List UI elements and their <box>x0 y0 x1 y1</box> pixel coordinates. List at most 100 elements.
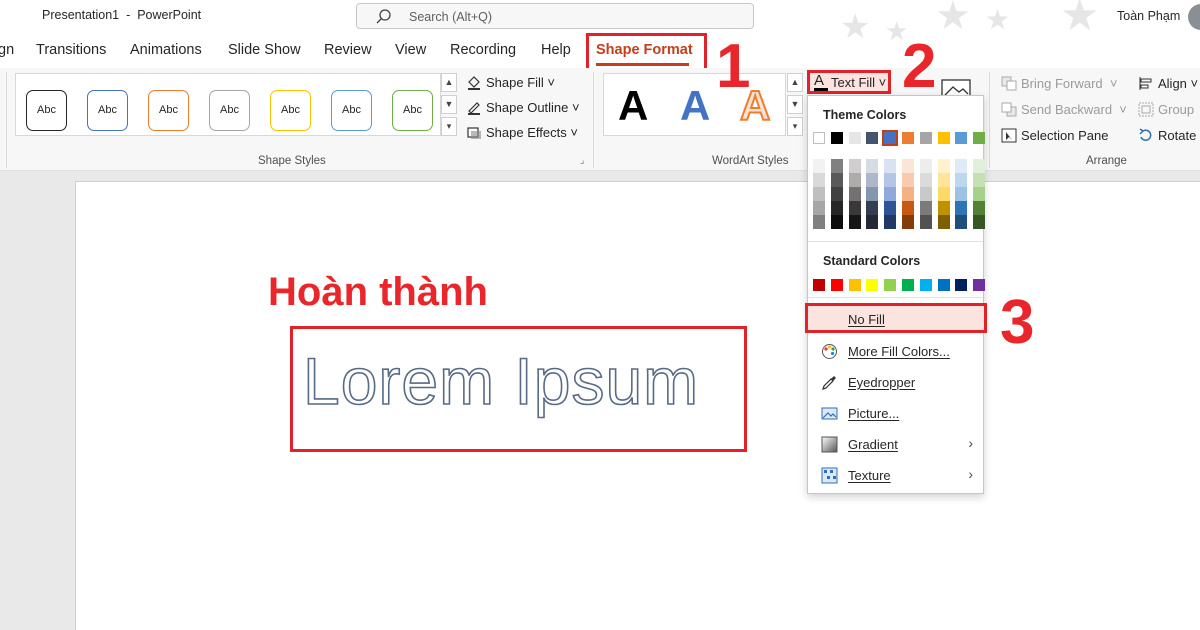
shape-style-thumb[interactable]: Abc <box>209 90 250 131</box>
shape-style-thumb[interactable]: Abc <box>270 90 311 131</box>
theme-shade-swatch[interactable] <box>830 187 843 201</box>
theme-color-swatch[interactable] <box>955 132 968 144</box>
theme-shade-swatch[interactable] <box>955 201 968 215</box>
theme-shade-swatch[interactable] <box>848 201 861 215</box>
theme-shade-swatch[interactable] <box>848 187 861 201</box>
tab-recording[interactable]: Recording <box>450 42 516 58</box>
theme-shade-swatch[interactable] <box>902 187 914 201</box>
theme-shade-swatch[interactable] <box>973 159 986 173</box>
theme-shade-swatch[interactable] <box>973 187 986 201</box>
theme-shade-swatch[interactable] <box>955 215 968 229</box>
theme-shade-swatch[interactable] <box>884 201 897 215</box>
theme-shade-swatch[interactable] <box>973 215 986 229</box>
tab-review[interactable]: Review <box>324 42 372 58</box>
shape-styles-gallery[interactable]: Abc Abc Abc Abc Abc Abc Abc <box>15 73 441 136</box>
tab-design[interactable]: gn <box>0 42 14 58</box>
wordart-scroll-down-button[interactable]: ▼ <box>787 95 803 114</box>
slide-text[interactable]: Lorem Ipsum <box>302 343 699 419</box>
theme-color-swatch[interactable] <box>919 132 932 144</box>
theme-color-swatch[interactable] <box>848 132 861 144</box>
standard-color-swatch[interactable] <box>919 279 932 291</box>
shape-style-thumb[interactable]: Abc <box>331 90 372 131</box>
theme-shade-swatch[interactable] <box>919 159 932 173</box>
avatar[interactable] <box>1188 4 1200 30</box>
theme-shade-swatch[interactable] <box>884 187 897 201</box>
gallery-scroll-down-button[interactable]: ▼ <box>441 95 457 114</box>
theme-shade-swatch[interactable] <box>902 159 914 173</box>
tab-help[interactable]: Help <box>541 42 571 58</box>
theme-color-swatch[interactable] <box>973 132 986 144</box>
theme-shade-swatch[interactable] <box>848 215 861 229</box>
selected-text-box[interactable]: Lorem Ipsum <box>290 326 747 452</box>
standard-color-swatch[interactable] <box>884 279 897 291</box>
shape-style-thumb[interactable]: Abc <box>26 90 67 131</box>
tab-slide-show[interactable]: Slide Show <box>228 42 301 58</box>
shape-outline-button[interactable]: Shape Outline ˅ <box>466 100 580 115</box>
theme-shade-swatch[interactable] <box>813 173 825 187</box>
theme-shade-swatch[interactable] <box>884 159 897 173</box>
theme-shade-swatch[interactable] <box>866 159 879 173</box>
wordart-style-black[interactable]: A <box>618 82 648 130</box>
theme-shade-swatch[interactable] <box>937 201 950 215</box>
theme-shade-swatch[interactable] <box>955 187 968 201</box>
theme-color-swatch[interactable] <box>902 132 914 144</box>
theme-shade-swatch[interactable] <box>902 215 914 229</box>
no-fill-menu-item[interactable]: No Fill <box>805 303 987 333</box>
theme-color-swatch[interactable] <box>866 132 879 144</box>
theme-shade-swatch[interactable] <box>830 173 843 187</box>
search-input[interactable]: Search (Alt+Q) <box>356 3 754 29</box>
user-name[interactable]: Toàn Phạm <box>1117 9 1180 23</box>
tab-transitions[interactable]: Transitions <box>36 42 106 58</box>
theme-shade-swatch[interactable] <box>902 173 914 187</box>
theme-shade-swatch[interactable] <box>973 201 986 215</box>
gallery-more-button[interactable]: ▾ <box>441 117 457 136</box>
theme-shade-swatch[interactable] <box>866 173 879 187</box>
standard-color-swatch[interactable] <box>830 279 843 291</box>
text-fill-button[interactable]: A Text Fill ˅ <box>807 70 891 94</box>
picture-menu-item[interactable]: Picture... <box>808 398 983 428</box>
theme-shade-swatch[interactable] <box>813 215 825 229</box>
standard-color-swatch[interactable] <box>973 279 986 291</box>
gallery-scroll-up-button[interactable]: ▲ <box>441 73 457 92</box>
theme-shade-swatch[interactable] <box>848 173 861 187</box>
wordart-style-blue[interactable]: A <box>680 82 710 130</box>
shape-style-thumb[interactable]: Abc <box>392 90 433 131</box>
theme-shade-swatch[interactable] <box>902 201 914 215</box>
theme-shade-swatch[interactable] <box>955 159 968 173</box>
theme-shade-swatch[interactable] <box>919 201 932 215</box>
shape-style-thumb[interactable]: Abc <box>148 90 189 131</box>
theme-shade-swatch[interactable] <box>813 159 825 173</box>
rotate-button[interactable]: Rotate <box>1138 128 1196 143</box>
theme-shade-swatch[interactable] <box>937 173 950 187</box>
theme-shade-swatch[interactable] <box>919 173 932 187</box>
theme-shade-swatch[interactable] <box>919 187 932 201</box>
theme-shade-swatch[interactable] <box>830 159 843 173</box>
wordart-more-button[interactable]: ▾ <box>787 117 803 136</box>
theme-shade-swatch[interactable] <box>813 201 825 215</box>
theme-shade-swatch[interactable] <box>848 159 861 173</box>
theme-shade-swatch[interactable] <box>866 187 879 201</box>
theme-shade-swatch[interactable] <box>955 173 968 187</box>
theme-color-swatch[interactable] <box>813 132 825 144</box>
shape-effects-button[interactable]: Shape Effects ˅ <box>466 125 578 140</box>
wordart-gallery[interactable]: A A A <box>603 73 786 136</box>
tab-view[interactable]: View <box>395 42 426 58</box>
send-backward-button[interactable]: Send Backward ˅ <box>1001 102 1127 117</box>
tab-animations[interactable]: Animations <box>130 42 202 58</box>
theme-shade-swatch[interactable] <box>973 173 986 187</box>
standard-color-swatch[interactable] <box>813 279 825 291</box>
theme-shade-swatch[interactable] <box>866 215 879 229</box>
standard-color-swatch[interactable] <box>937 279 950 291</box>
theme-color-swatch[interactable] <box>882 130 899 146</box>
theme-shade-swatch[interactable] <box>937 215 950 229</box>
bring-forward-button[interactable]: Bring Forward ˅ <box>1001 76 1117 91</box>
more-fill-colors-menu-item[interactable]: More Fill Colors... <box>808 336 983 366</box>
shape-style-thumb[interactable]: Abc <box>87 90 128 131</box>
theme-shade-swatch[interactable] <box>919 215 932 229</box>
theme-color-swatch[interactable] <box>937 132 950 144</box>
align-button[interactable]: Align ˅ <box>1138 76 1198 91</box>
dialog-launcher-icon[interactable]: ⌟ <box>580 155 584 166</box>
standard-color-swatch[interactable] <box>866 279 879 291</box>
standard-color-swatch[interactable] <box>902 279 914 291</box>
theme-shade-swatch[interactable] <box>937 187 950 201</box>
